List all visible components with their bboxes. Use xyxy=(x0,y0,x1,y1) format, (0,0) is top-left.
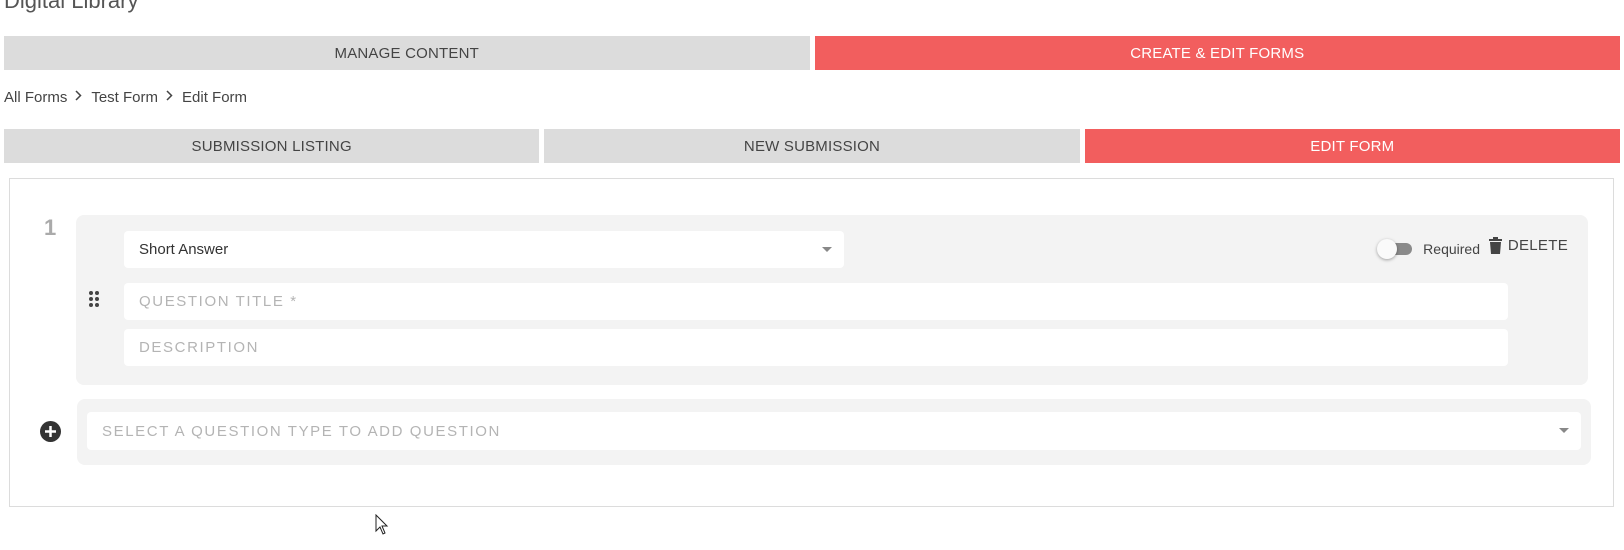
add-question-card: SELECT A QUESTION TYPE TO ADD QUESTION xyxy=(77,399,1591,465)
delete-label: DELETE xyxy=(1507,237,1568,254)
top-tab-bar: MANAGE CONTENT CREATE & EDIT FORMS xyxy=(4,36,1620,70)
form-editor-panel: 1 Short Answer Required DELETE QUESTION … xyxy=(9,178,1614,507)
tab-edit-form[interactable]: EDIT FORM xyxy=(1084,129,1620,163)
form-sub-tab-bar: SUBMISSION LISTING NEW SUBMISSION EDIT F… xyxy=(4,129,1620,163)
question-number: 1 xyxy=(44,215,57,240)
tab-manage-content[interactable]: MANAGE CONTENT xyxy=(4,36,810,70)
question-type-select[interactable]: Short Answer xyxy=(124,231,844,268)
question-title-input[interactable] xyxy=(124,283,1508,320)
required-control: Required xyxy=(1377,239,1480,259)
chevron-right-icon xyxy=(166,90,173,104)
chevron-right-icon xyxy=(75,90,82,104)
mouse-cursor-icon xyxy=(375,513,389,536)
breadcrumb-edit-form: Edit Form xyxy=(182,88,248,106)
page-title: Digital Library xyxy=(4,0,139,13)
add-question-type-select[interactable]: SELECT A QUESTION TYPE TO ADD QUESTION xyxy=(87,412,1581,450)
tab-create-edit-forms[interactable]: CREATE & EDIT FORMS xyxy=(814,36,1620,70)
add-question-placeholder: SELECT A QUESTION TYPE TO ADD QUESTION xyxy=(102,422,501,440)
breadcrumb-test-form[interactable]: Test Form xyxy=(91,89,158,106)
delete-question-button[interactable]: DELETE xyxy=(1488,237,1568,254)
required-label: Required xyxy=(1423,241,1480,257)
tab-submission-listing[interactable]: SUBMISSION LISTING xyxy=(4,129,540,163)
toggle-knob xyxy=(1377,239,1398,259)
tab-new-submission[interactable]: NEW SUBMISSION xyxy=(544,129,1080,163)
breadcrumb: All Forms Test Form Edit Form xyxy=(4,86,247,108)
required-toggle[interactable] xyxy=(1377,239,1413,259)
question-type-value: Short Answer xyxy=(139,241,229,258)
question-card: Short Answer Required DELETE xyxy=(76,215,1588,385)
breadcrumb-all-forms[interactable]: All Forms xyxy=(4,89,67,106)
drag-handle-icon[interactable] xyxy=(88,290,104,312)
question-description-input[interactable] xyxy=(124,329,1508,366)
caret-down-icon xyxy=(822,247,832,252)
trash-icon xyxy=(1488,237,1502,254)
plus-circle-icon[interactable] xyxy=(40,421,61,442)
caret-down-icon xyxy=(1559,428,1569,433)
